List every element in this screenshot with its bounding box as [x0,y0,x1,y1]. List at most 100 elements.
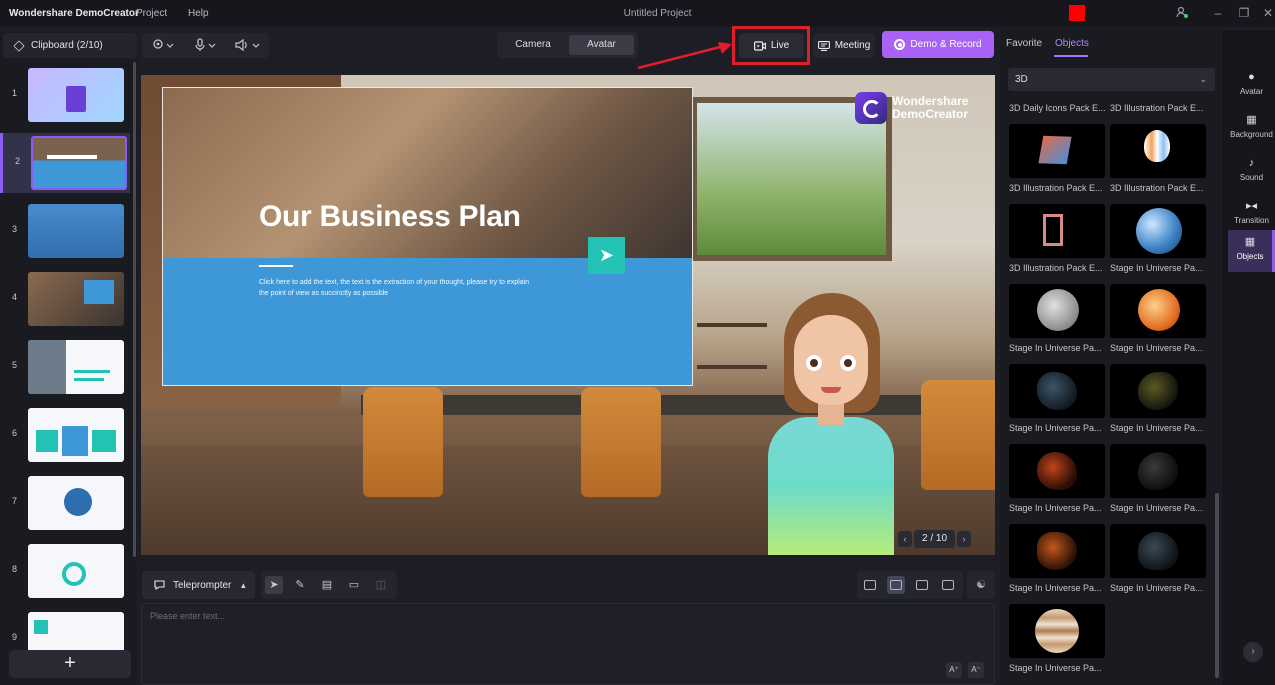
pen-icon[interactable]: ✎ [291,576,309,594]
object-sun[interactable] [1110,284,1206,338]
font-decrease-icon[interactable]: A⁻ [968,662,984,678]
expand-panel-icon[interactable]: › [1243,642,1263,662]
layout-pip-icon[interactable] [939,576,957,594]
sidebar-item-label: Objects [1236,252,1264,261]
teleprompter-input[interactable]: Please enter text... A⁺ A⁻ [141,603,995,685]
slide-number: 2 [15,156,21,166]
slide-preview [28,204,124,258]
object-cube[interactable] [1009,124,1105,178]
layout-screen-icon[interactable] [913,576,931,594]
object-asteroid-red[interactable] [1009,444,1105,498]
meeting-icon [817,40,830,51]
device-controls [142,33,269,58]
clipboard-scrollbar[interactable] [133,62,136,557]
sidebar-item-background[interactable]: ▦ Background [1228,108,1275,148]
prev-slide-icon[interactable]: ‹ [898,531,912,547]
object-label: Stage In Universe Pa... [1110,343,1203,353]
restore-icon[interactable]: ❐ [1236,5,1252,21]
slide-number: 5 [12,360,18,370]
layout-split-icon[interactable] [887,576,905,594]
objects-scrollbar[interactable] [1215,493,1219,678]
text-icon[interactable]: ▤ [318,576,336,594]
sidebar-item-label: Transition [1234,216,1269,225]
app-window: Wondershare DemoCreator Project Help Unt… [0,0,1275,685]
speaker-icon[interactable] [234,38,260,54]
meeting-button[interactable]: Meeting [813,33,875,58]
layout-settings-icon[interactable]: ☯ [967,571,995,599]
sidebar-item-avatar[interactable]: ● Avatar [1228,65,1275,105]
slide-preview [28,340,124,394]
tab-camera[interactable]: Camera [501,35,565,55]
account-icon[interactable] [1174,5,1190,21]
add-slide-button[interactable]: + [9,650,131,678]
logo-line-2: DemoCreator [892,107,969,121]
video-icon [753,40,766,51]
object-label: 3D Illustration Pack E... [1110,103,1204,113]
teleprompter-toolbar: Teleprompter ▲ ➤ ✎ ▤ ▭ ◫ ☯ [141,571,995,599]
slide-thumbnail-1[interactable]: 1 [0,65,130,125]
layers-icon [13,39,25,52]
minimize-icon[interactable]: – [1210,5,1226,21]
microphone-icon[interactable] [194,38,216,54]
slide-thumbnail-4[interactable]: 4 [0,269,130,329]
object-asteroid-dark[interactable] [1110,444,1206,498]
object-earth[interactable] [1110,204,1206,258]
slide-preview [31,136,127,190]
eraser-icon[interactable]: ◫ [372,576,390,594]
slide-arrow-icon: ➤ [588,237,625,274]
presentation-slide[interactable]: Our Business Plan Click here to add the … [162,87,693,386]
object-asteroid-grey[interactable] [1110,524,1206,578]
slide-number: 4 [12,292,18,302]
layout-avatar-only-icon[interactable] [861,576,879,594]
demo-record-button[interactable]: Demo & Record [882,31,994,58]
annotation-arrow [637,42,732,70]
shelf [697,365,767,369]
object-label: Stage In Universe Pa... [1110,583,1203,593]
demo-record-label: Demo & Record [910,39,982,50]
tab-favorite[interactable]: Favorite [1006,38,1042,49]
teleprompter-button[interactable]: Teleprompter ▲ [142,571,255,599]
slide-thumbnail-7[interactable]: 7 [0,473,130,533]
slide-preview [28,544,124,598]
object-jupiter[interactable] [1009,604,1105,658]
slide-thumbnail-8[interactable]: 8 [0,541,130,601]
category-select[interactable]: 3D ⌄ [1008,68,1215,91]
slide-thumbnail-3[interactable]: 3 [0,201,130,261]
category-value: 3D [1015,74,1028,85]
logo-icon [855,92,887,124]
font-increase-icon[interactable]: A⁺ [946,662,962,678]
slide-thumbnail-5[interactable]: 5 [0,337,130,397]
object-moon[interactable] [1009,284,1105,338]
slide-number: 1 [12,88,18,98]
slide-title: Our Business Plan [259,200,521,233]
object-label: Stage In Universe Pa... [1110,423,1203,433]
preview-canvas[interactable]: Our Business Plan Click here to add the … [141,75,995,555]
sidebar-item-sound[interactable]: ♪ Sound [1228,151,1275,191]
slide-thumbnail-2[interactable]: 2 [0,133,130,193]
layout-options [857,571,963,599]
avatar-character[interactable] [766,293,896,555]
object-asteroid-orange[interactable] [1009,524,1105,578]
tab-objects[interactable]: Objects [1055,38,1089,49]
chair [363,387,443,497]
note-icon[interactable]: ▭ [345,576,363,594]
object-asteroid-blue[interactable] [1009,364,1105,418]
teleprompter-placeholder: Please enter text... [150,611,226,621]
sidebar-item-objects[interactable]: ▦ Objects [1228,230,1275,272]
slide-thumbnail-6[interactable]: 6 [0,405,130,465]
tab-avatar[interactable]: Avatar [569,35,634,55]
next-slide-icon[interactable]: › [957,531,972,547]
object-label: 3D Daily Icons Pack E... [1009,103,1105,113]
cursor-icon[interactable]: ➤ [265,576,283,594]
webcam-icon[interactable] [152,38,174,54]
person-icon: ● [1248,71,1255,83]
title-bar: Wondershare DemoCreator Project Help Unt… [0,0,1275,27]
live-button[interactable]: Live [739,33,804,58]
close-icon[interactable]: ✕ [1260,5,1275,21]
object-balloon[interactable] [1110,124,1206,178]
caret-up-icon: ▲ [239,580,248,590]
right-sidebar: ● Avatar ▦ Background ♪ Sound ▸◂ Transit… [1222,30,1275,685]
object-frame[interactable] [1009,204,1105,258]
object-asteroid-yellow[interactable] [1110,364,1206,418]
sidebar-item-transition[interactable]: ▸◂ Transition [1228,194,1275,234]
